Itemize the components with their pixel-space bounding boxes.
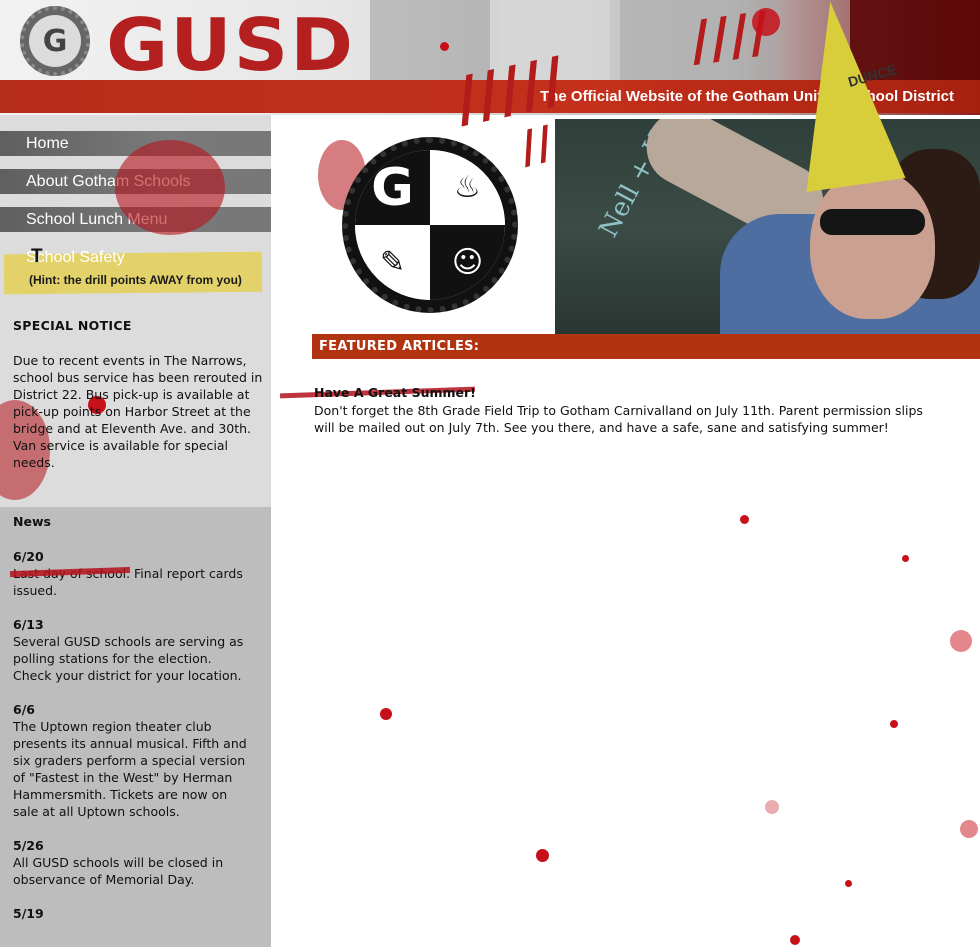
seal-ring: G ♨ ✎ ☺ [355,150,505,300]
blood-drop-decoration [536,849,549,862]
news-item: 5/26 All GUSD schools will be closed in … [13,837,253,888]
news-text: The Uptown region theater club presents … [13,719,247,819]
blood-drop-decoration [950,630,972,652]
blood-drop-decoration [890,720,898,728]
seal-letter: G [29,15,81,67]
news-item: 5/19 [13,905,253,922]
blood-drop-decoration [752,8,780,36]
hero-district-seal: G ♨ ✎ ☺ [342,137,518,313]
blood-smear-decoration [115,140,225,235]
seal-letter: G [355,150,430,225]
blood-drop-decoration [902,555,909,562]
article-title[interactable]: Have A Great Summer! [314,385,476,400]
blood-drop-decoration [790,935,800,945]
safety-hint: (Hint: the drill points AWAY from you) [29,273,242,287]
district-seal-logo[interactable]: G [20,6,90,76]
article-body: Don't forget the 8th Grade Field Trip to… [314,403,923,435]
news-date: 6/6 [13,702,35,717]
handwritten-t: T [31,246,43,267]
news-item: 6/13 Several GUSD schools are serving as… [13,616,253,684]
featured-title: FEATURED ARTICLES: [319,339,480,354]
brand-title[interactable]: GUSD [106,8,355,82]
lamp-icon: ♨ [430,150,505,225]
news-item: 6/6 The Uptown region theater club prese… [13,701,253,820]
news-list: 6/20 Last day of school. Final report ca… [13,548,253,939]
blood-drop-decoration [440,42,449,51]
children-icon: ☺ [430,225,505,300]
news-text: Several GUSD schools are serving as poll… [13,634,244,683]
blood-drop-decoration [960,820,978,838]
special-notice-body: Due to recent events in The Narrows, sch… [13,353,263,470]
blood-drop-decoration [765,800,779,814]
news-date: 5/26 [13,838,44,853]
blood-drop-decoration [845,880,852,887]
news-date: 6/20 [13,549,44,564]
teacher-head [810,169,935,319]
news-date: 6/13 [13,617,44,632]
teacher-glasses [820,209,925,235]
hero-photo: Nell + Hyl [555,119,980,334]
news-title: News [13,514,51,529]
special-notice-title: SPECIAL NOTICE [13,318,132,333]
news-text: All GUSD schools will be closed in obser… [13,855,224,887]
news-date: 5/19 [13,906,44,921]
pencil-icon: ✎ [355,225,430,300]
blood-drop-decoration [380,708,392,720]
blood-drop-decoration [740,515,749,524]
